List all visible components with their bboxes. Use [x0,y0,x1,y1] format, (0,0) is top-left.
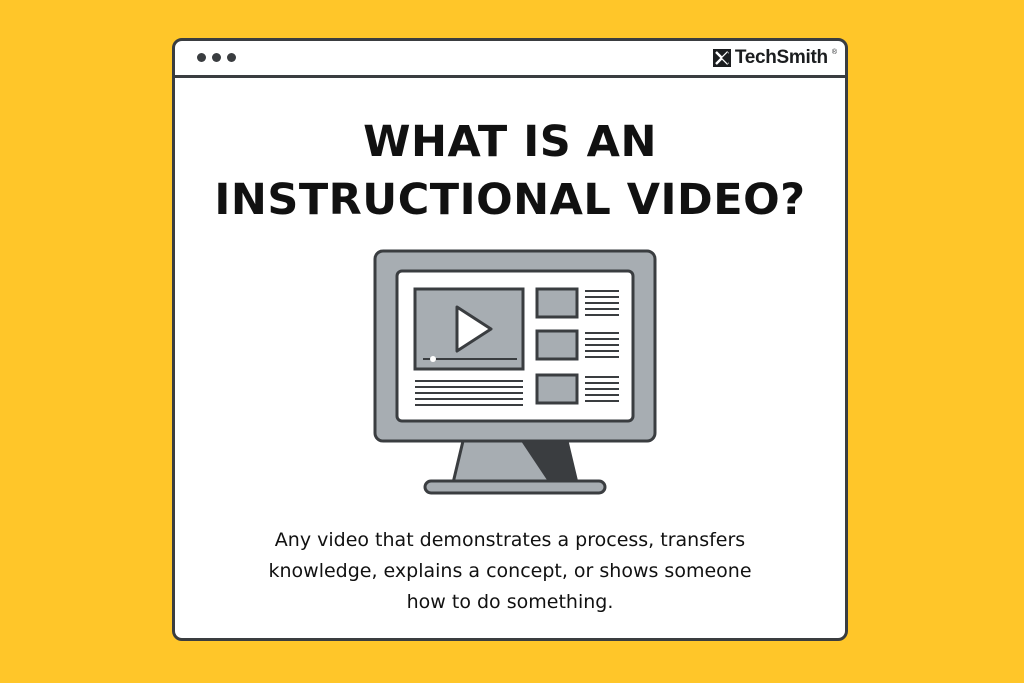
monitor-base-icon [423,479,607,495]
techsmith-logo: TechSmith ® [712,47,837,69]
page-title: WHAT IS AN INSTRUCTIONAL VIDEO? [175,113,845,229]
window-titlebar: TechSmith ® [175,41,845,78]
monitor-with-video-player-icon [373,249,657,495]
title-line: WHAT IS AN [363,117,657,167]
brand-name: TechSmith [734,47,828,68]
caption-line: knowledge, explains a concept, or shows … [268,560,752,582]
caption-line: how to do something. [406,591,614,613]
brand-registered-mark: ® [831,49,837,56]
window-dot [212,53,221,62]
browser-window: TechSmith ® WHAT IS AN INSTRUCTIONAL VID… [172,38,848,641]
techsmith-logo-icon [712,49,731,67]
window-dot [197,53,206,62]
definition-text: Any video that demonstrates a process, t… [215,525,805,618]
caption-line: Any video that demonstrates a process, t… [274,529,746,551]
window-dots [197,53,236,62]
title-line: INSTRUCTIONAL VIDEO? [214,175,806,225]
window-dot [227,53,236,62]
